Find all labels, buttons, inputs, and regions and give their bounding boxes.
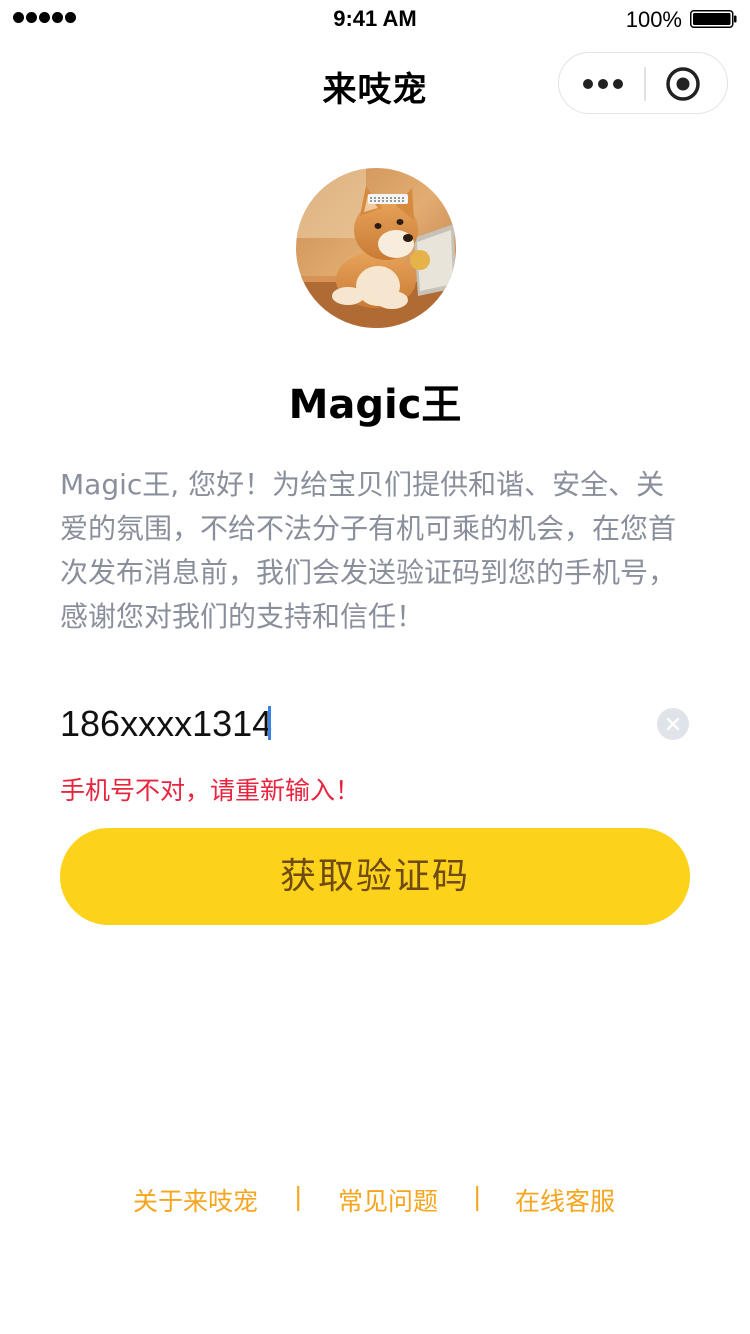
phone-input[interactable] [60, 698, 620, 750]
error-message: 手机号不对，请重新输入！ [60, 776, 361, 805]
status-bar: 9:41 AM 100% [0, 0, 750, 40]
target-circle-icon[interactable] [665, 66, 701, 102]
clear-x-icon [666, 717, 680, 731]
phone-input-row [60, 698, 690, 750]
text-caret [268, 706, 271, 740]
user-name: Magic王 [288, 382, 462, 428]
avatar [296, 168, 456, 328]
more-dots-icon[interactable] [581, 71, 625, 97]
shiba-dog-avatar [296, 168, 456, 328]
footer-separator: | [473, 1182, 482, 1211]
battery-icon [690, 10, 737, 28]
mini-program-capsule [558, 52, 728, 114]
footer-links: 关于来吱宠 | 常见问题 | 在线客服 [0, 1182, 750, 1218]
footer-separator: | [294, 1182, 303, 1211]
battery-percent: 100% [625, 7, 682, 32]
footer-link-about[interactable]: 关于来吱宠 [133, 1182, 258, 1218]
clear-button[interactable] [657, 708, 689, 740]
footer-link-faq[interactable]: 常见问题 [338, 1182, 438, 1218]
get-code-button[interactable]: 获取验证码 [60, 828, 690, 925]
footer-link-support[interactable]: 在线客服 [515, 1182, 615, 1218]
intro-text: Magic王, 您好！为给宝贝们提供和谐、安全、关爱的氛围，不给不法分子有机可乘… [60, 468, 677, 633]
capsule-divider [644, 67, 646, 101]
